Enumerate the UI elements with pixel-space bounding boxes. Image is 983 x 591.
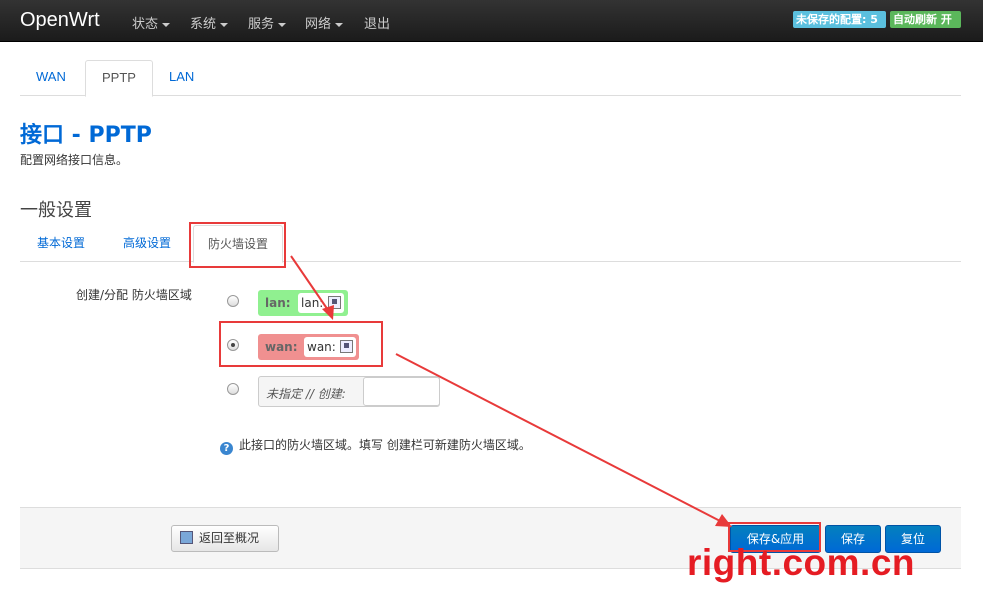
annotation-arrow-1	[290, 255, 331, 314]
annotation-arrow-2	[395, 353, 723, 523]
annotation-arrows	[290, 255, 732, 527]
watermark: right.com.cn	[687, 542, 916, 583]
annotation-arrowhead-1	[322, 305, 334, 320]
